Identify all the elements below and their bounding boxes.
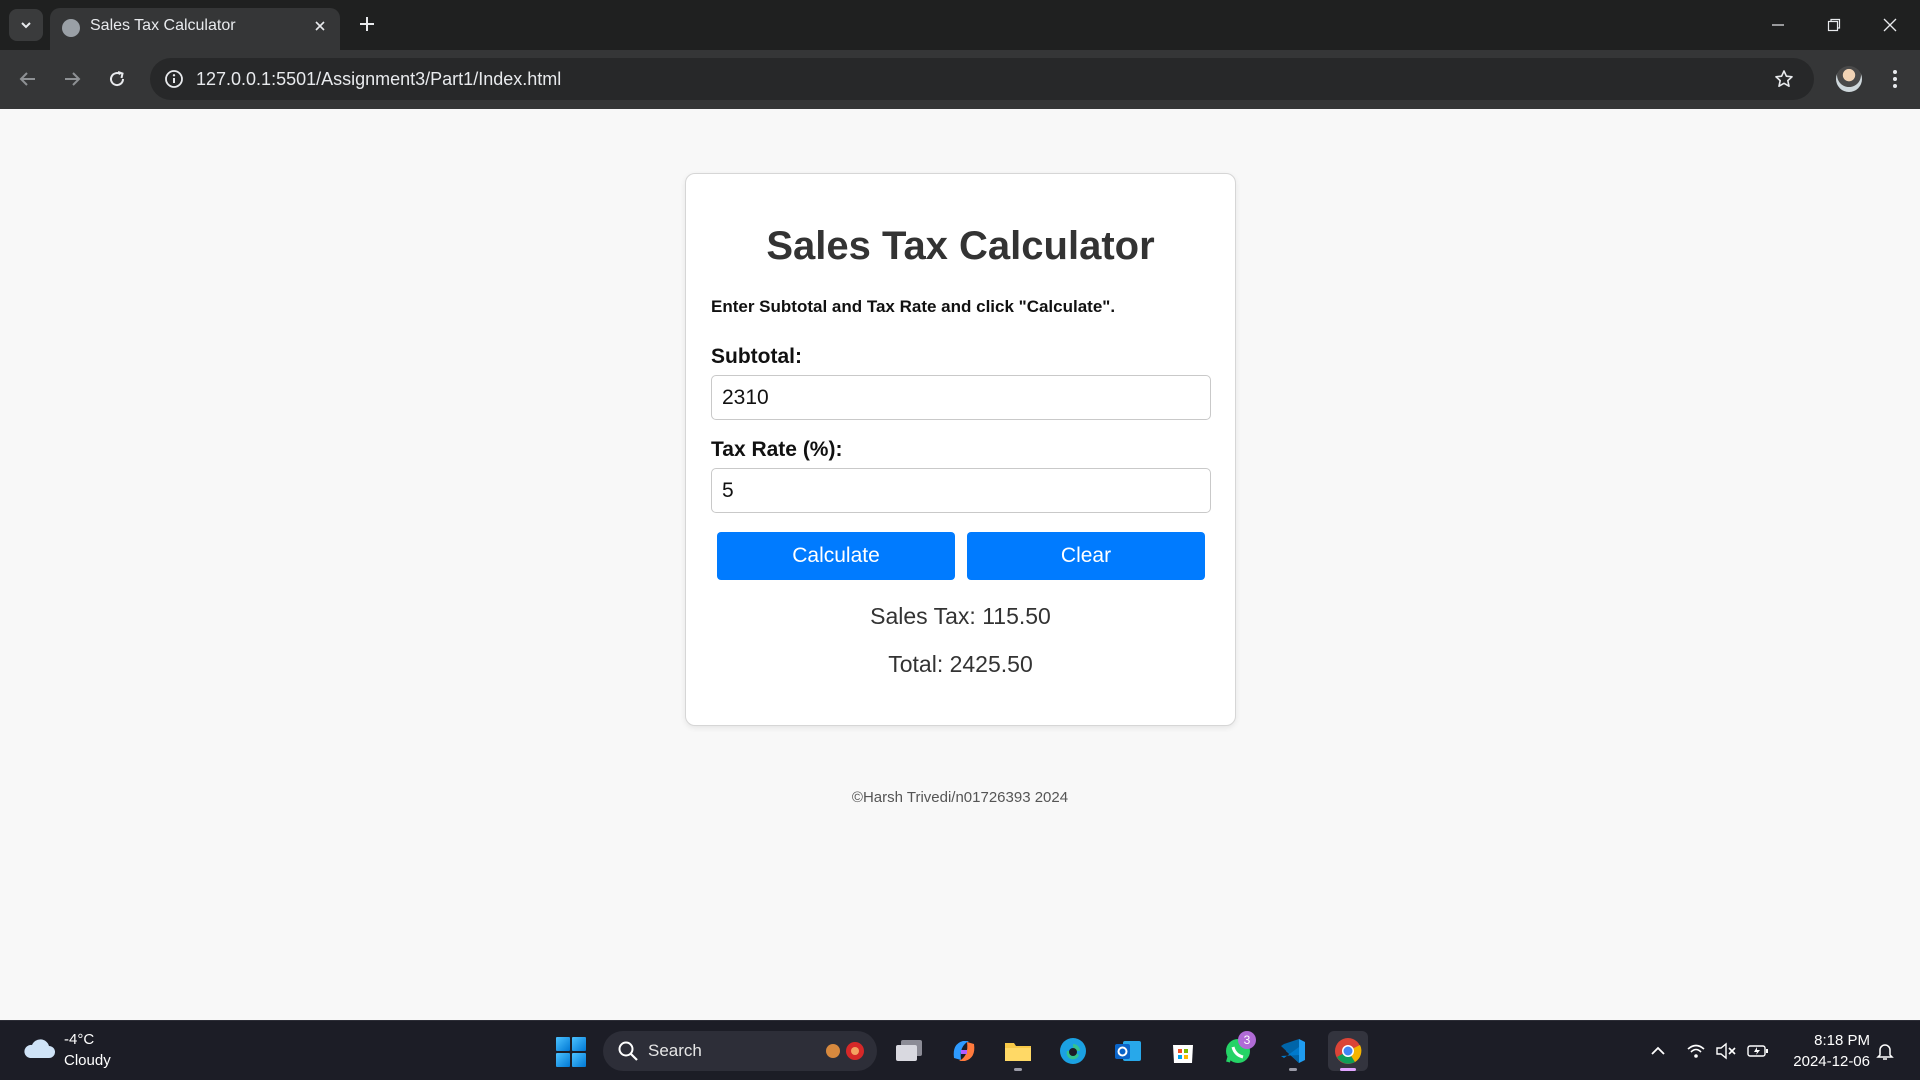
restore-button[interactable]	[1806, 0, 1862, 50]
subtotal-label: Subtotal:	[711, 345, 802, 368]
outlook-icon[interactable]	[1108, 1031, 1148, 1071]
running-indicator	[1289, 1068, 1297, 1071]
address-bar[interactable]: 127.0.0.1:5501/Assignment3/Part1/Index.h…	[150, 58, 1814, 100]
globe-icon	[62, 19, 80, 37]
clock-time[interactable]: 8:18 PM	[1790, 1032, 1870, 1049]
task-view-icon[interactable]	[889, 1031, 929, 1071]
edge-icon[interactable]	[1053, 1031, 1093, 1071]
plus-icon	[360, 17, 374, 31]
forward-button[interactable]	[55, 62, 89, 96]
browser-tab[interactable]: Sales Tax Calculator	[50, 8, 340, 50]
notification-bell-icon[interactable]	[1874, 1040, 1896, 1062]
chrome-icon[interactable]	[1328, 1031, 1368, 1071]
weather-temperature[interactable]: -4°C	[64, 1031, 94, 1048]
url-text[interactable]: 127.0.0.1:5501/Assignment3/Part1/Index.h…	[196, 69, 561, 90]
page-footer: ©Harsh Trivedi/n01726393 2024	[851, 789, 1069, 806]
sales-tax-result: Sales Tax: 115.50	[870, 603, 1051, 629]
tab-close-button[interactable]	[308, 14, 332, 38]
volume-muted-icon[interactable]	[1715, 1040, 1737, 1062]
browser-toolbar: 127.0.0.1:5501/Assignment3/Part1/Index.h…	[0, 50, 1920, 109]
taskbar-search[interactable]: Search	[603, 1031, 877, 1071]
clock-date[interactable]: 2024-12-06	[1778, 1053, 1870, 1070]
wifi-icon[interactable]	[1685, 1040, 1707, 1062]
page-title: Sales Tax Calculator	[766, 224, 1155, 268]
tab-search-button[interactable]	[9, 9, 43, 41]
new-tab-button[interactable]	[352, 9, 382, 39]
microsoft-store-icon[interactable]	[1163, 1031, 1203, 1071]
instructions-text: Enter Subtotal and Tax Rate and click "C…	[711, 297, 1116, 316]
weather-condition[interactable]: Cloudy	[64, 1052, 111, 1069]
bookmark-button[interactable]	[1770, 65, 1798, 93]
tax-rate-label: Tax Rate (%):	[711, 438, 843, 461]
battery-charging-icon[interactable]	[1747, 1040, 1769, 1062]
search-icon	[618, 1041, 638, 1061]
restore-icon	[1827, 18, 1841, 32]
star-icon	[1775, 70, 1793, 87]
cloud-icon[interactable]	[22, 1036, 56, 1060]
info-icon	[165, 70, 183, 88]
taskbar-search-label: Search	[648, 1041, 702, 1060]
chevron-down-icon	[21, 22, 31, 29]
active-indicator	[1340, 1068, 1356, 1071]
browser-titlebar: Sales Tax Calculator	[0, 0, 1920, 50]
tax-rate-input[interactable]	[711, 468, 1211, 513]
copilot-icon[interactable]	[944, 1031, 984, 1071]
vscode-icon[interactable]	[1273, 1031, 1313, 1071]
close-window-button[interactable]	[1862, 0, 1918, 50]
arrow-left-icon	[19, 72, 35, 86]
subtotal-input[interactable]	[711, 375, 1211, 420]
total-result: Total: 2425.50	[888, 651, 1033, 677]
browser-menu-button[interactable]	[1880, 62, 1910, 96]
more-vertical-icon	[1893, 70, 1897, 88]
whatsapp-icon[interactable]: 3	[1218, 1031, 1258, 1071]
site-info-button[interactable]	[160, 65, 188, 93]
running-indicator	[1014, 1068, 1022, 1071]
close-icon	[1883, 18, 1897, 32]
search-highlight-icon	[826, 1042, 864, 1060]
windows-start-icon[interactable]	[556, 1037, 586, 1067]
close-icon	[315, 21, 325, 31]
calculator-card: Sales Tax Calculator Enter Subtotal and …	[685, 173, 1236, 726]
clear-button[interactable]: Clear	[967, 532, 1205, 580]
reload-button[interactable]	[100, 62, 134, 96]
minimize-icon	[1772, 24, 1784, 26]
back-button[interactable]	[11, 62, 45, 96]
profile-avatar[interactable]	[1836, 66, 1862, 92]
reload-icon	[110, 71, 125, 87]
taskbar: -4°C Cloudy Search 3 8:18 PM 2024-12-06	[0, 1020, 1920, 1080]
arrow-right-icon	[65, 72, 81, 86]
notification-badge: 3	[1238, 1031, 1256, 1049]
chevron-up-icon[interactable]	[1647, 1040, 1669, 1062]
minimize-button[interactable]	[1750, 0, 1806, 50]
calculate-button[interactable]: Calculate	[717, 532, 955, 580]
tab-title: Sales Tax Calculator	[90, 17, 236, 34]
file-explorer-icon[interactable]	[998, 1031, 1038, 1071]
